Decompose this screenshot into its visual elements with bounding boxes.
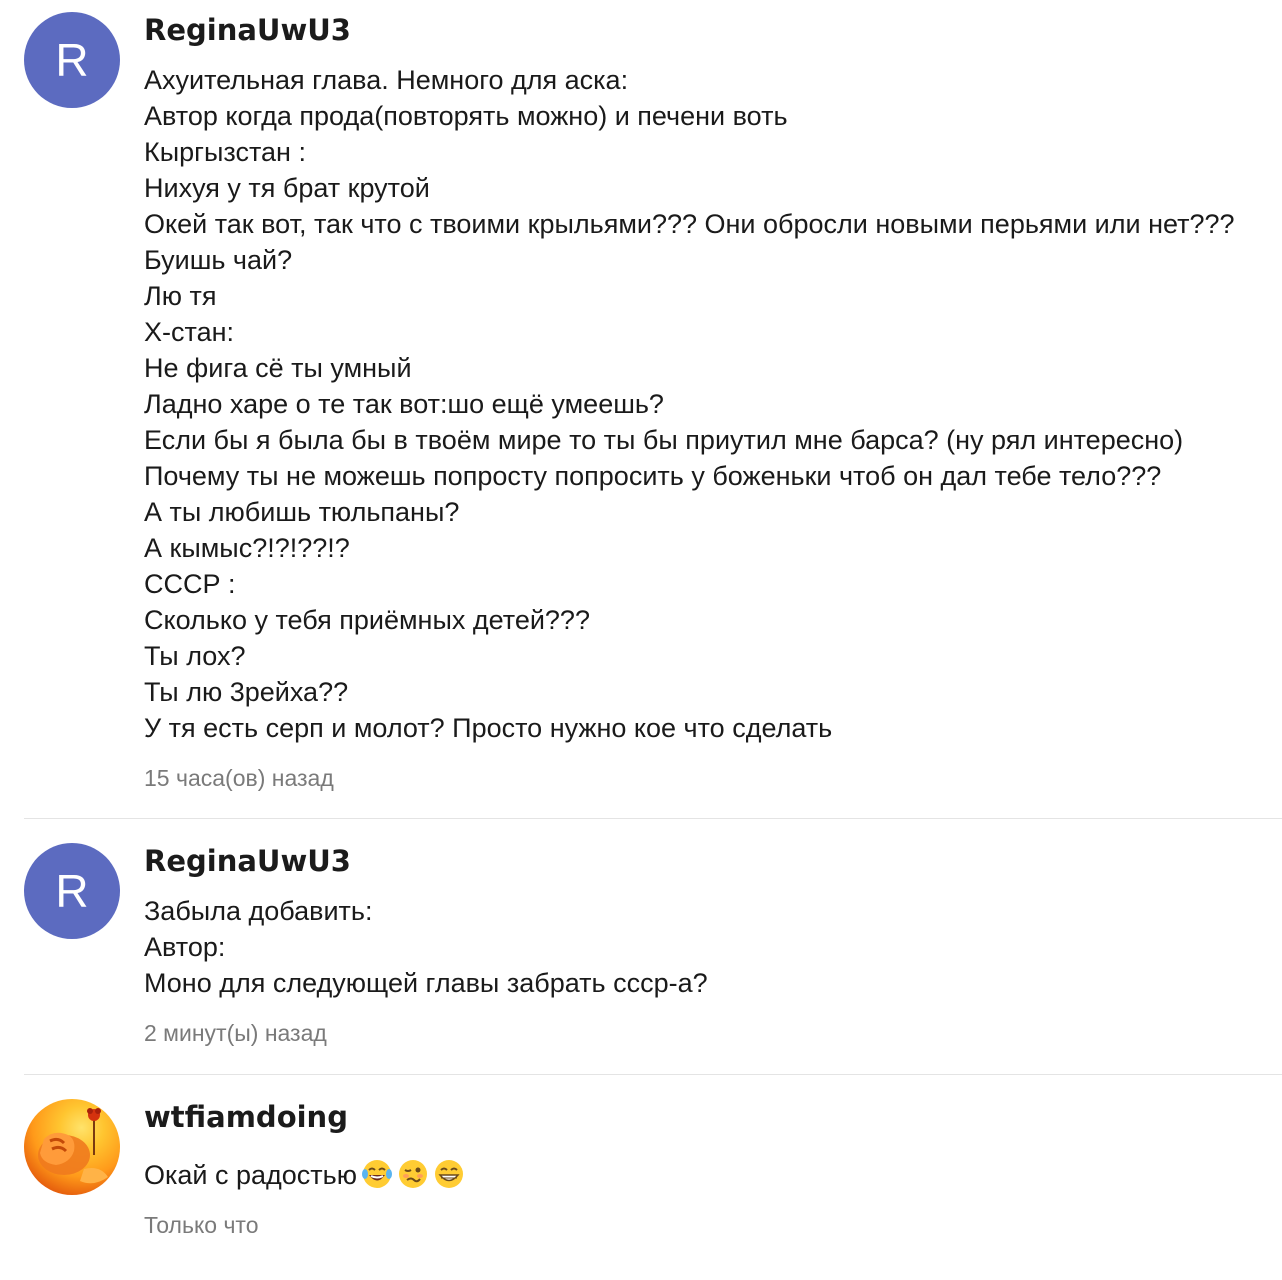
comment-line: А кымыс?!?!??!?	[144, 533, 350, 563]
comment-line: Кыргызстан :	[144, 137, 306, 167]
comment-line: СССР :	[144, 569, 236, 599]
comment-timestamp: 15 часа(ов) назад	[144, 765, 334, 791]
avatar[interactable]: R	[24, 12, 120, 108]
avatar[interactable]: R	[24, 843, 120, 939]
avatar[interactable]	[24, 1099, 120, 1195]
comment-body: Окай с радостью	[144, 1157, 1272, 1193]
comment-line: Забыла добавить:	[144, 896, 373, 926]
comment-line: Моно для следующей главы забрать ссср-а?	[144, 968, 708, 998]
comment-line: Ахуительная глава. Немного для аска:	[144, 65, 629, 95]
comment-line: Лю тя	[144, 281, 217, 311]
comment-line: Не фига сё ты умный	[144, 353, 412, 383]
comment: R ReginaUwU3 Забыла добавить: Автор: Мон…	[0, 819, 1282, 1051]
comment-line: Ладно харе о те так вот:шо ещё умеешь?	[144, 389, 664, 419]
comment-line: У тя есть серп и молот? Просто нужно кое…	[144, 713, 833, 743]
comment-line: Х-стан:	[144, 317, 234, 347]
comment-line: Буишь чай?	[144, 245, 293, 275]
comment-line: Ты лю 3рейха??	[144, 677, 349, 707]
hand-flower-image	[38, 1108, 108, 1184]
tears-of-joy-emoji	[362, 1160, 392, 1188]
comment-line: Окай с радостью	[144, 1157, 1272, 1193]
comment-line: А ты любишь тюльпаны?	[144, 497, 460, 527]
comment-line: Почему ты не можешь попросту попросить у…	[144, 461, 1162, 491]
author-name[interactable]: ReginaUwU3	[144, 12, 1272, 48]
grinning-face-emoji	[435, 1160, 463, 1188]
comment-line: Если бы я была бы в твоём мире то ты бы …	[144, 425, 1184, 455]
comment-line: Окей так вот, так что с твоими крыльями?…	[144, 209, 1235, 239]
author-name[interactable]: wtfiamdoing	[144, 1099, 1272, 1135]
comment-line: Нихуя у тя брат крутой	[144, 173, 430, 203]
woozy-face-emoji	[399, 1160, 427, 1188]
comment: wtfiamdoing Окай с радостью Только что	[0, 1075, 1282, 1239]
comment-body: Забыла добавить: Автор: Моно для следующ…	[144, 893, 1272, 1001]
comment-text: Окай с радостью	[144, 1160, 357, 1190]
avatar-letter: R	[55, 865, 89, 917]
comment-timestamp: 2 минут(ы) назад	[144, 1020, 327, 1046]
comment-line: Ты лох?	[144, 641, 246, 671]
comment-line: Автор:	[144, 932, 226, 962]
comment-line: Автор когда прода(повторять можно) и печ…	[144, 101, 788, 131]
comment-body: Ахуительная глава. Немного для аска: Авт…	[144, 62, 1272, 746]
author-name[interactable]: ReginaUwU3	[144, 843, 1272, 879]
comment: R ReginaUwU3 Ахуительная глава. Немного …	[0, 0, 1282, 792]
avatar-letter: R	[55, 34, 89, 86]
comment-timestamp: Только что	[144, 1212, 259, 1238]
comment-line: Сколько у тебя приёмных детей???	[144, 605, 590, 635]
